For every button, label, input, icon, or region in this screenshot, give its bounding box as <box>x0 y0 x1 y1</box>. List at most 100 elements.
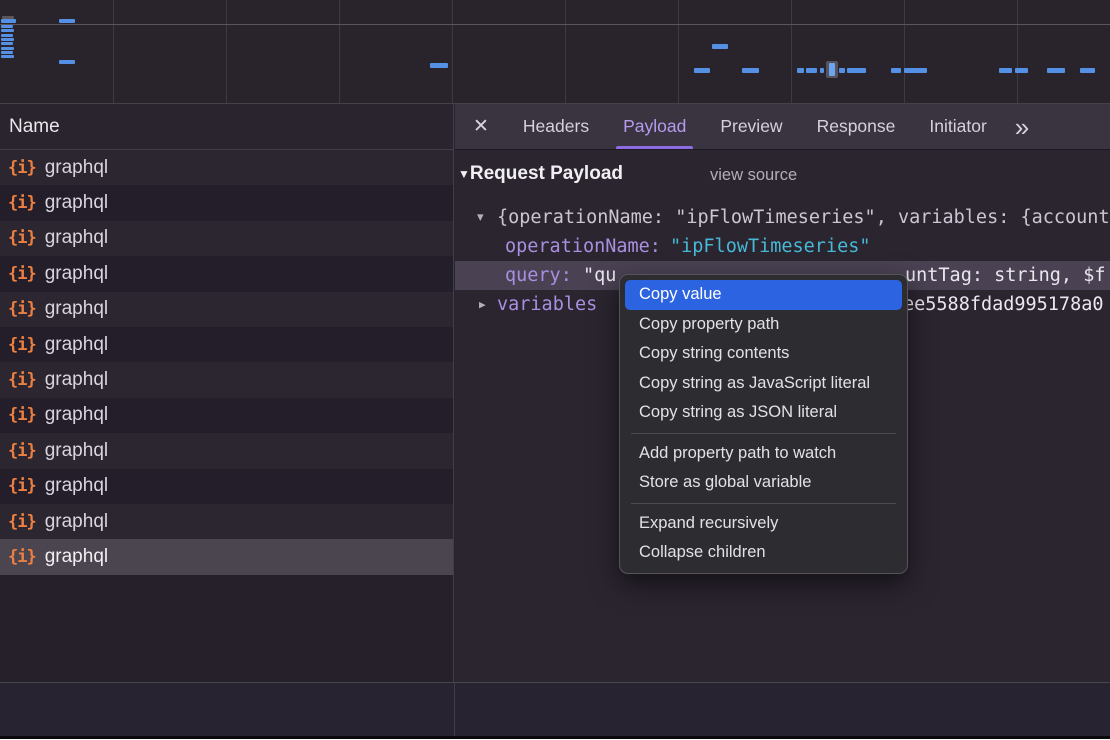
property-key: operationName: <box>505 234 661 260</box>
property-key: query: <box>505 261 572 290</box>
tab-payload[interactable]: Payload <box>623 104 686 149</box>
request-name-label: graphql <box>45 263 108 285</box>
menu-item-store-as-global-variable[interactable]: Store as global variable <box>625 468 902 498</box>
timeline-request-bar <box>847 68 866 73</box>
timeline-request-bar <box>1 51 13 54</box>
timeline-request-bar <box>999 68 1012 73</box>
timeline-request-bar <box>1 47 14 50</box>
request-name-label: graphql <box>45 369 108 391</box>
timeline-gridline <box>113 0 114 103</box>
json-braces-icon: {i} <box>8 193 36 213</box>
property-value-end: untTag: string, $f <box>905 261 1105 290</box>
section-collapse-triangle-icon[interactable]: ▼ <box>458 167 470 181</box>
json-braces-icon: {i} <box>8 512 36 532</box>
more-tabs-chevron-icon[interactable]: » <box>1015 117 1029 137</box>
request-name-label: graphql <box>45 192 108 214</box>
timeline-request-bar <box>839 68 845 73</box>
timeline-gridline <box>904 0 905 103</box>
menu-item-collapse-children[interactable]: Collapse children <box>625 538 902 568</box>
request-name-label: graphql <box>45 227 108 249</box>
menu-item-expand-recursively[interactable]: Expand recursively <box>625 509 902 539</box>
timeline-request-bar <box>712 44 728 49</box>
network-request-row[interactable]: {i}graphql <box>0 221 453 256</box>
timeline-request-bar <box>1 34 13 37</box>
property-value-start: "qu <box>583 261 616 290</box>
menu-item-copy-string-as-javascript-literal[interactable]: Copy string as JavaScript literal <box>625 369 902 399</box>
timeline-request-bar <box>742 68 759 73</box>
property-value-end: ee5588fdad995178a0 <box>903 291 1103 318</box>
property-key: variables <box>497 291 597 318</box>
request-name-label: graphql <box>45 298 108 320</box>
network-request-row[interactable]: {i} graphql <box>0 185 453 220</box>
json-braces-icon: {i} <box>8 299 36 319</box>
expand-triangle-icon[interactable]: ▼ <box>477 205 484 230</box>
network-request-row[interactable]: {i}graphql <box>0 433 453 468</box>
timeline-lane-divider <box>0 24 1110 25</box>
footer-column-divider <box>454 683 455 736</box>
timeline-gridline <box>339 0 340 103</box>
timeline-request-bar <box>430 63 448 68</box>
network-request-row[interactable]: {i} graphql <box>0 256 453 291</box>
payload-object-preview: {operationName: "ipFlowTimeseries", vari… <box>497 205 1110 231</box>
timeline-request-bar <box>1015 68 1028 73</box>
timeline-request-bar <box>820 68 824 73</box>
timeline-request-bar <box>59 19 75 23</box>
property-value: "ipFlowTimeseries" <box>670 234 870 260</box>
request-name-label: graphql <box>45 511 108 533</box>
timeline-request-bar <box>891 68 901 73</box>
network-request-row[interactable]: {i} graphql <box>0 292 453 327</box>
timeline-request-bar <box>1 29 14 32</box>
menu-item-copy-string-as-json-literal[interactable]: Copy string as JSON literal <box>625 398 902 428</box>
timeline-request-bar <box>1 38 14 41</box>
timeline-request-bar <box>1 42 13 45</box>
tab-preview[interactable]: Preview <box>720 104 782 149</box>
network-request-row[interactable]: {i}graphql <box>0 398 453 433</box>
expand-triangle-icon[interactable]: ▶ <box>479 291 486 317</box>
payload-row-operation-name[interactable]: operationName: "ipFlowTimeseries" <box>455 234 1110 260</box>
menu-item-copy-value[interactable]: Copy value <box>625 280 902 310</box>
timeline-request-bar <box>1080 68 1095 73</box>
json-braces-icon: {i} <box>8 158 36 178</box>
summary-footer <box>0 683 1110 736</box>
json-braces-icon: {i} <box>8 405 36 425</box>
timeline-gridline <box>226 0 227 103</box>
request-payload-section[interactable]: ▼Request Payload <box>458 163 623 185</box>
tab-response[interactable]: Response <box>817 104 896 149</box>
network-request-row-selected[interactable]: {i} graphql <box>0 539 453 574</box>
timeline-request-bar <box>806 68 817 73</box>
menu-item-add-property-path-to-watch[interactable]: Add property path to watch <box>625 439 902 469</box>
network-overview-timeline[interactable] <box>0 0 1110 104</box>
network-request-row[interactable]: {i} graphql <box>0 504 453 539</box>
request-name-label: graphql <box>45 546 108 568</box>
json-braces-icon: {i} <box>8 476 36 496</box>
name-column-header[interactable]: Name <box>0 104 453 150</box>
menu-item-copy-property-path[interactable]: Copy property path <box>625 310 902 340</box>
network-request-row[interactable]: {i} graphql <box>0 469 453 504</box>
json-braces-icon: {i} <box>8 264 36 284</box>
details-tabbar: ✕ Headers Payload Preview Response Initiator… <box>455 104 1110 150</box>
menu-item-copy-string-contents[interactable]: Copy string contents <box>625 339 902 369</box>
network-request-row[interactable]: {i} graphql <box>0 150 453 185</box>
section-title: Request Payload <box>470 163 623 184</box>
timeline-request-bar <box>904 68 927 73</box>
timeline-request-bar <box>59 60 75 64</box>
timeline-gridline <box>678 0 679 103</box>
json-braces-icon: {i} <box>8 335 36 355</box>
timeline-request-bar <box>1 19 16 23</box>
json-braces-icon: {i} <box>8 547 36 567</box>
tab-initiator[interactable]: Initiator <box>929 104 986 149</box>
request-name-label: graphql <box>45 440 108 462</box>
network-request-row[interactable]: {i}graphql <box>0 362 453 397</box>
request-name-label: graphql <box>45 475 108 497</box>
timeline-request-bar <box>1 55 14 58</box>
network-request-row[interactable]: {i} graphql <box>0 327 453 362</box>
request-name-label: graphql <box>45 157 108 179</box>
timeline-request-bar <box>694 68 710 73</box>
payload-root-row[interactable]: ▼ {operationName: "ipFlowTimeseries", va… <box>455 205 1110 231</box>
view-source-link[interactable]: view source <box>710 166 797 185</box>
devtools-window: Name {i} graphql {i} graphql {i} graphql {i} gr… <box>0 0 1110 740</box>
tab-headers[interactable]: Headers <box>523 104 589 149</box>
request-name-label: graphql <box>45 334 108 356</box>
close-icon[interactable]: ✕ <box>473 115 489 138</box>
menu-separator <box>631 503 896 504</box>
